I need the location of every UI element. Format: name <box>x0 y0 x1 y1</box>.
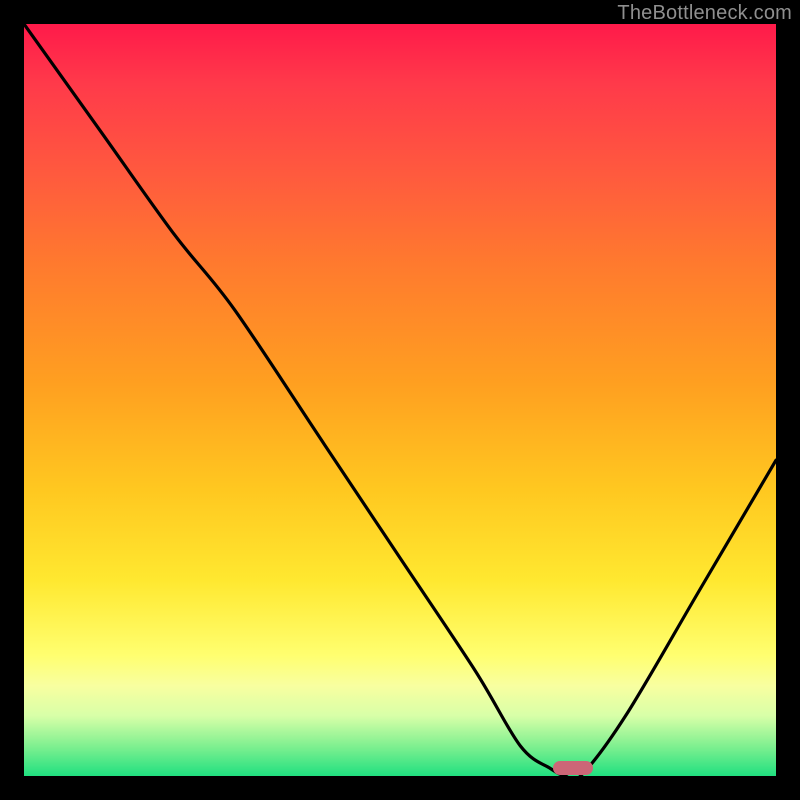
curve-svg <box>24 24 776 776</box>
plot-area <box>24 24 776 776</box>
chart-frame: TheBottleneck.com <box>0 0 800 800</box>
watermark-text: TheBottleneck.com <box>617 2 792 25</box>
optimal-marker <box>553 761 593 775</box>
bottleneck-curve <box>24 24 776 776</box>
